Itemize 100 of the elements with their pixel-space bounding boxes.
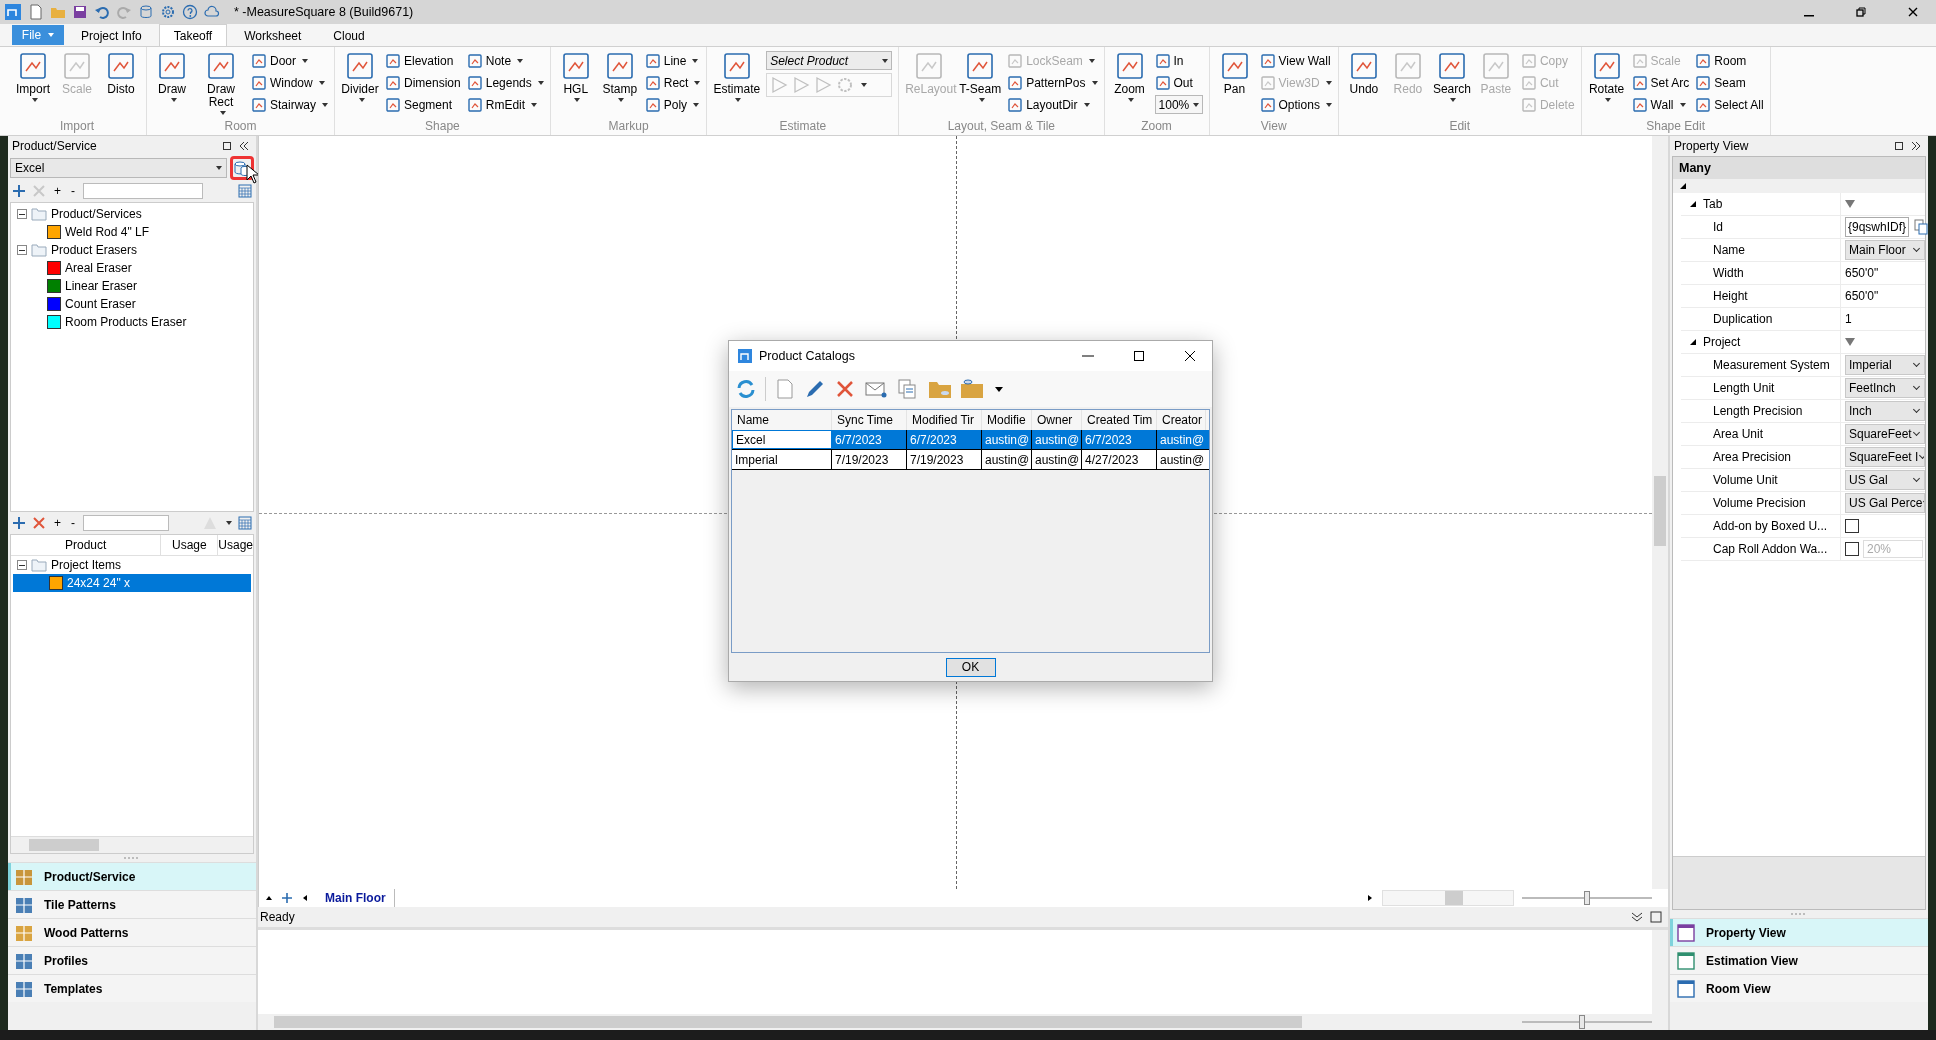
caret-icon[interactable] — [995, 386, 1003, 392]
ribbon-button[interactable]: Import — [14, 51, 52, 119]
settings-icon[interactable] — [160, 4, 176, 20]
tree-row[interactable]: 24x24 24" x — [13, 574, 251, 592]
chevron-left-icon[interactable] — [238, 141, 250, 151]
collapse-toggle[interactable] — [17, 209, 27, 219]
id-field[interactable]: {9qswhIDf} — [1845, 217, 1910, 237]
ribbon-button[interactable]: T-Seam — [959, 51, 1002, 119]
column-header[interactable]: Product — [11, 535, 162, 555]
ribbon-button[interactable]: Rotate — [1587, 51, 1626, 119]
ribbon-button[interactable]: Undo — [1344, 51, 1383, 119]
ribbon-button[interactable]: Draw — [153, 51, 191, 119]
combo-box[interactable]: 100% — [1154, 95, 1203, 114]
collapse-all-button[interactable]: - — [69, 184, 77, 198]
nav-item[interactable]: Tile Patterns — [8, 890, 256, 918]
ribbon-tab[interactable]: Worksheet — [229, 24, 317, 46]
ribbon-button[interactable]: Draw Rect — [197, 51, 245, 119]
left-arrow-icon[interactable] — [301, 894, 309, 902]
collapse-toggle[interactable] — [17, 245, 27, 255]
horizontal-scrollbar[interactable] — [1382, 890, 1514, 906]
vertical-scrollbar[interactable] — [1652, 930, 1668, 1014]
cloud-icon[interactable] — [204, 4, 220, 20]
ribbon-button[interactable]: In — [1154, 51, 1203, 70]
vertical-scrollbar[interactable] — [1652, 136, 1668, 889]
nav-item[interactable]: Property View — [1670, 918, 1928, 946]
ribbon-button[interactable]: Pan — [1215, 51, 1254, 119]
collapse-toggle[interactable] — [17, 560, 27, 570]
expander-icon[interactable] — [1689, 200, 1697, 208]
tree-item[interactable]: Areal Eraser — [65, 261, 132, 275]
tree-item[interactable]: Product Erasers — [51, 243, 138, 257]
grid-icon[interactable] — [238, 184, 252, 198]
add-icon[interactable] — [12, 184, 26, 198]
float-icon[interactable] — [222, 141, 232, 151]
table-row[interactable]: Excel 6/7/2023 6/7/2023 austin@ austin@ 6/7/2023 austin@ — [732, 430, 1209, 450]
folder-icon[interactable] — [960, 378, 984, 400]
tree-item[interactable]: Product/Services — [51, 207, 142, 221]
property-select[interactable]: Imperial — [1845, 355, 1925, 375]
property-select[interactable]: US Gal — [1845, 470, 1925, 490]
maximize-icon[interactable] — [1650, 911, 1662, 923]
property-select[interactable]: Inch — [1845, 401, 1925, 421]
float-icon[interactable] — [1894, 141, 1904, 151]
tree-item[interactable]: Linear Eraser — [65, 279, 138, 293]
copy-icon[interactable] — [1913, 219, 1930, 235]
ribbon-button[interactable]: PatternPos — [1007, 73, 1098, 92]
ribbon-button[interactable]: Seam — [1695, 73, 1764, 92]
ribbon-button[interactable]: Room — [1695, 51, 1764, 70]
tree-item[interactable]: Project Items — [51, 558, 122, 572]
collapse-all-button[interactable]: - — [69, 516, 77, 530]
ribbon-button[interactable]: Select All — [1695, 95, 1764, 114]
ribbon-button[interactable]: RmEdit — [466, 95, 544, 114]
nav-item[interactable]: Product/Service — [8, 862, 256, 890]
grid-icon[interactable] — [238, 516, 252, 530]
delete-icon[interactable] — [32, 516, 46, 530]
ribbon-button[interactable]: Door — [251, 51, 328, 70]
table-row[interactable]: Imperial 7/19/2023 7/19/2023 austin@ austin@ 4/27/2023 austin@ — [732, 450, 1209, 470]
nav-item[interactable]: Profiles — [8, 946, 256, 974]
column-header[interactable]: Usage — [161, 535, 219, 555]
ribbon-button[interactable]: Options — [1259, 95, 1332, 114]
ribbon-button[interactable]: Segment — [385, 95, 461, 114]
ribbon-button[interactable]: Estimate — [713, 51, 761, 119]
expand-all-button[interactable]: + — [52, 516, 63, 530]
nav-item[interactable]: Room View — [1670, 974, 1928, 1002]
checkbox[interactable] — [1845, 519, 1859, 533]
ribbon-tab[interactable]: Takeoff — [158, 24, 228, 46]
ribbon-button[interactable]: Stamp — [600, 51, 639, 119]
nav-item[interactable]: Templates — [8, 974, 256, 1002]
double-chevron-icon[interactable] — [1630, 911, 1644, 923]
database-icon[interactable] — [138, 4, 154, 20]
property-select[interactable]: Main Floor — [1845, 240, 1925, 260]
filter-icon[interactable] — [1845, 338, 1855, 346]
search-field[interactable] — [83, 183, 203, 199]
ok-button[interactable]: OK — [945, 657, 996, 677]
horizontal-scrollbar[interactable] — [11, 836, 253, 853]
tree-item[interactable]: Room Products Eraser — [65, 315, 187, 329]
ribbon-button[interactable]: Search — [1432, 51, 1471, 119]
caret-icon[interactable] — [226, 521, 232, 525]
refresh-icon[interactable] — [735, 378, 757, 400]
search-field[interactable] — [83, 515, 169, 531]
ribbon-button[interactable]: Stairway — [251, 95, 328, 114]
ribbon-tab[interactable]: Cloud — [318, 24, 380, 46]
add-icon[interactable] — [12, 516, 26, 530]
ribbon-button[interactable]: HGL — [556, 51, 595, 119]
undo-icon[interactable] — [94, 4, 110, 20]
tree-item[interactable]: Count Eraser — [65, 297, 136, 311]
ribbon-button[interactable]: Poly — [644, 95, 701, 114]
combo-box[interactable]: Select Product — [766, 51, 893, 70]
property-select[interactable]: US Gal Perce — [1845, 493, 1925, 513]
up-arrow-icon[interactable] — [265, 894, 273, 902]
ribbon-button[interactable]: Window — [251, 73, 328, 92]
ribbon-button[interactable]: Legends — [466, 73, 544, 92]
ribbon-button[interactable]: Dimension — [385, 73, 461, 92]
ribbon-button[interactable]: Divider — [341, 51, 379, 119]
slider-thumb[interactable] — [1578, 1015, 1585, 1029]
ribbon-button[interactable]: Rect — [644, 73, 701, 92]
add-icon[interactable] — [281, 892, 293, 904]
collapse-all-icon[interactable] — [1679, 182, 1687, 190]
pencil-icon[interactable] — [804, 378, 826, 400]
column-header[interactable]: Usage — [218, 535, 253, 555]
filter-icon[interactable] — [1845, 200, 1855, 208]
ribbon-button[interactable]: Line — [644, 51, 701, 70]
